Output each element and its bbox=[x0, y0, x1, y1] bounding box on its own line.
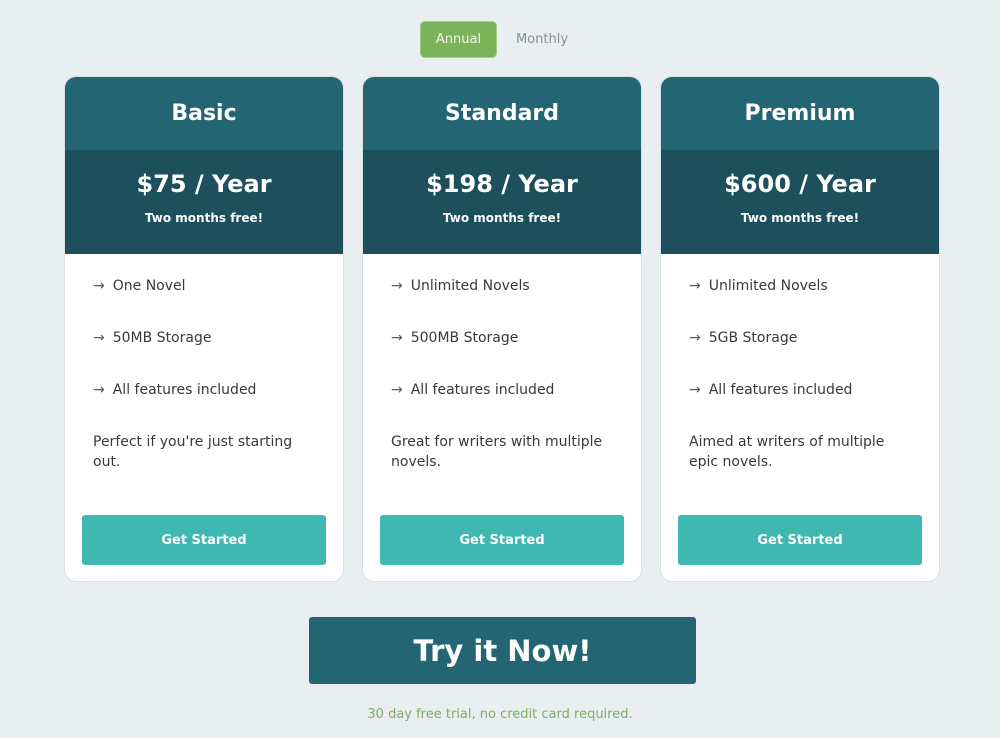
arrow-right-icon: → bbox=[689, 382, 701, 398]
plan-card-basic: Basic $75 / Year Two months free! → One … bbox=[64, 76, 344, 582]
plan-description: Aimed at writers of multiple epic novels… bbox=[689, 434, 885, 470]
pricing-cards: Basic $75 / Year Two months free! → One … bbox=[64, 76, 940, 582]
feature-item: → 500MB Storage bbox=[391, 328, 613, 348]
plan-header: Premium bbox=[661, 77, 939, 150]
plan-description: Great for writers with multiple novels. bbox=[391, 434, 603, 470]
arrow-right-icon: → bbox=[93, 278, 105, 294]
toggle-annual[interactable]: Annual bbox=[420, 21, 497, 58]
plan-price-note: Two months free! bbox=[442, 211, 562, 225]
feature-item: → 50MB Storage bbox=[93, 328, 315, 348]
feature-item: → All features included bbox=[689, 380, 911, 400]
plan-price-block: $75 / Year Two months free! bbox=[65, 150, 343, 254]
arrow-right-icon: → bbox=[391, 278, 403, 294]
try-it-now-button[interactable]: Try it Now! bbox=[309, 617, 696, 684]
feature-text: 5GB Storage bbox=[708, 330, 798, 346]
arrow-right-icon: → bbox=[689, 278, 701, 294]
plan-description: Perfect if you're just starting out. bbox=[93, 434, 293, 470]
feature-text: All features included bbox=[410, 382, 555, 398]
arrow-right-icon: → bbox=[93, 382, 105, 398]
plan-card-premium: Premium $600 / Year Two months free! → U… bbox=[660, 76, 940, 582]
plan-header: Basic bbox=[65, 77, 343, 150]
arrow-right-icon: → bbox=[391, 330, 403, 346]
arrow-right-icon: → bbox=[391, 382, 403, 398]
feature-item: → One Novel bbox=[93, 276, 315, 296]
plan-price: $75 / Year bbox=[136, 170, 272, 198]
plan-name: Basic bbox=[171, 101, 237, 126]
plan-body: → Unlimited Novels → 5GB Storage → All f… bbox=[661, 254, 939, 472]
arrow-right-icon: → bbox=[689, 330, 701, 346]
plan-price-block: $198 / Year Two months free! bbox=[363, 150, 641, 254]
plan-body: → One Novel → 50MB Storage → All feature… bbox=[65, 254, 343, 472]
feature-item: → All features included bbox=[391, 380, 613, 400]
feature-text: 500MB Storage bbox=[410, 330, 519, 346]
feature-item: → Unlimited Novels bbox=[689, 276, 911, 296]
toggle-monthly[interactable]: Monthly bbox=[497, 21, 587, 58]
plan-header: Standard bbox=[363, 77, 641, 150]
feature-text: Unlimited Novels bbox=[708, 278, 828, 294]
plan-body: → Unlimited Novels → 500MB Storage → All… bbox=[363, 254, 641, 472]
plan-price-note: Two months free! bbox=[740, 211, 860, 225]
trial-note: 30 day free trial, no credit card requir… bbox=[367, 707, 633, 722]
pricing-page: Annual Monthly Basic $75 / Year Two mont… bbox=[0, 0, 1000, 738]
feature-text: All features included bbox=[112, 382, 257, 398]
plan-name: Standard bbox=[444, 101, 560, 126]
get-started-button[interactable]: Get Started bbox=[380, 515, 624, 565]
plan-price-note: Two months free! bbox=[144, 211, 264, 225]
arrow-right-icon: → bbox=[93, 330, 105, 346]
billing-toggle: Annual Monthly bbox=[420, 21, 587, 58]
feature-item: → Unlimited Novels bbox=[391, 276, 613, 296]
feature-text: Unlimited Novels bbox=[410, 278, 530, 294]
feature-text: One Novel bbox=[112, 278, 186, 294]
feature-text: 50MB Storage bbox=[112, 330, 212, 346]
get-started-button[interactable]: Get Started bbox=[82, 515, 326, 565]
plan-price: $600 / Year bbox=[724, 170, 876, 198]
feature-item: → All features included bbox=[93, 380, 315, 400]
plan-price-block: $600 / Year Two months free! bbox=[661, 150, 939, 254]
get-started-button[interactable]: Get Started bbox=[678, 515, 922, 565]
feature-item: → 5GB Storage bbox=[689, 328, 911, 348]
feature-text: All features included bbox=[708, 382, 853, 398]
plan-card-standard: Standard $198 / Year Two months free! → … bbox=[362, 76, 642, 582]
plan-name: Premium bbox=[744, 101, 856, 126]
plan-price: $198 / Year bbox=[426, 170, 578, 198]
